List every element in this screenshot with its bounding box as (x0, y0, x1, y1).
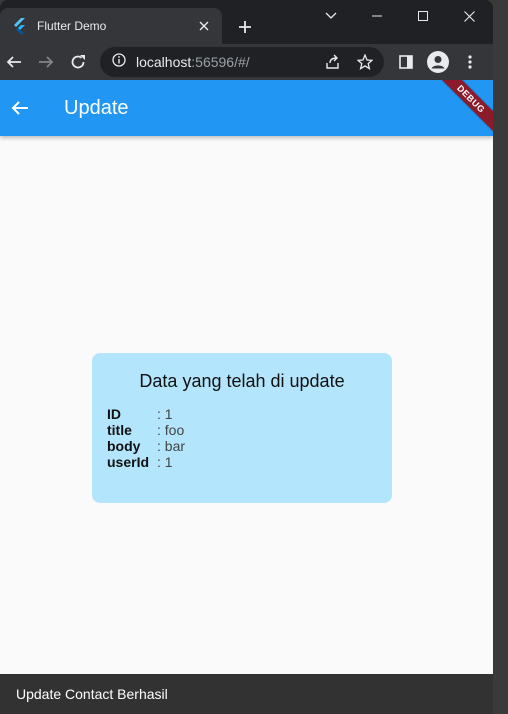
site-info-icon[interactable] (112, 52, 126, 72)
browser-tab[interactable]: Flutter Demo (0, 8, 222, 44)
snackbar-message: Update Contact Berhasil (16, 686, 168, 702)
page-title: Update (64, 97, 129, 119)
url-host: localhost (136, 54, 192, 70)
field-label: body (107, 438, 141, 454)
new-tab-button[interactable] (232, 14, 258, 40)
field-label: title (107, 422, 132, 438)
debug-banner: DEBUG (432, 80, 493, 138)
profile-avatar-icon[interactable] (424, 48, 452, 76)
updated-data-card: Data yang telah di update ID : 1 title :… (92, 353, 392, 503)
browser-menu-icon[interactable] (456, 48, 484, 76)
tab-search-chevron-icon[interactable] (308, 0, 354, 32)
tab-close-icon[interactable] (192, 14, 216, 38)
flutter-logo-icon (12, 18, 28, 34)
field-row-userid: userId : 1 (107, 454, 185, 470)
field-label: userId (107, 454, 150, 470)
url-text: localhost:56596/#/ (136, 54, 250, 70)
reload-icon[interactable] (64, 48, 92, 76)
address-bar[interactable]: localhost:56596/#/ (100, 47, 384, 77)
desktop-background (493, 0, 508, 714)
minimize-icon[interactable] (354, 0, 400, 32)
field-label: ID (107, 406, 121, 422)
tab-title: Flutter Demo (37, 19, 107, 33)
field-row-body: body : bar (107, 438, 185, 454)
url-path: :56596/#/ (191, 54, 250, 70)
browser-window: Flutter Demo localhost:56596/#/ Update D… (0, 0, 493, 714)
browser-toolbar: localhost:56596/#/ (0, 44, 493, 80)
field-value: : foo (157, 422, 185, 438)
field-row-title: title : foo (107, 422, 185, 438)
side-panel-icon[interactable] (392, 48, 420, 76)
bookmark-star-icon[interactable] (356, 53, 374, 71)
back-arrow-icon[interactable] (0, 48, 28, 76)
share-icon[interactable] (324, 53, 342, 71)
window-close-icon[interactable] (446, 0, 492, 32)
app-viewport: Update DEBUG Data yang telah di update I… (0, 80, 493, 714)
field-value: : 1 (157, 406, 173, 422)
field-value: : bar (157, 438, 186, 454)
field-list: ID : 1 title : foo body : bar userId : 1 (107, 406, 185, 470)
tab-strip: Flutter Demo (0, 0, 493, 44)
app-bar: Update DEBUG (0, 80, 493, 138)
card-heading: Data yang telah di update (139, 371, 345, 391)
forward-arrow-icon[interactable] (32, 48, 60, 76)
snackbar: Update Contact Berhasil (0, 674, 493, 714)
field-row-id: ID : 1 (107, 406, 185, 422)
appbar-back-icon[interactable] (0, 88, 40, 128)
field-value: : 1 (157, 454, 173, 470)
maximize-icon[interactable] (400, 0, 446, 32)
